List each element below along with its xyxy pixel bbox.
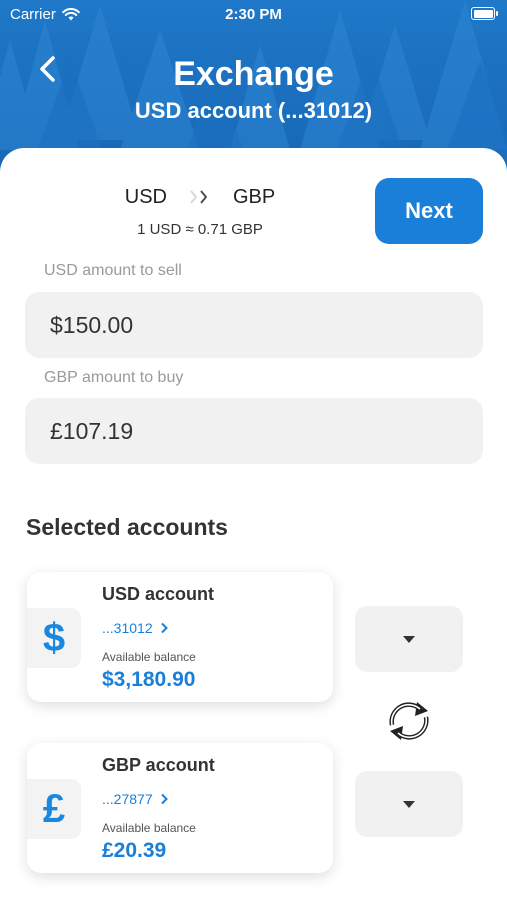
pair-arrow-icon xyxy=(189,189,211,205)
account-number-link[interactable]: ...27877 xyxy=(102,791,168,807)
selected-accounts-title: Selected accounts xyxy=(26,514,228,540)
from-account-dropdown[interactable] xyxy=(355,606,463,672)
pound-icon: £ xyxy=(27,779,81,839)
swap-icon xyxy=(389,702,429,740)
exchange-rate: 1 USD ≈ 0.71 GBP xyxy=(137,221,263,238)
caret-down-icon xyxy=(403,800,415,808)
account-number: ...31012 xyxy=(102,620,153,636)
buy-amount-input[interactable]: £107.19 xyxy=(25,398,483,464)
page-subtitle: USD account (...31012) xyxy=(134,98,373,123)
to-currency: GBP xyxy=(232,185,276,208)
account-name: GBP account xyxy=(102,755,215,775)
to-account-card[interactable]: £ GBP account ...27877 Available balance… xyxy=(27,743,333,873)
balance-label: Available balance xyxy=(102,821,196,835)
chevron-right-icon xyxy=(160,622,168,634)
to-account-dropdown[interactable] xyxy=(355,771,463,837)
account-number-link[interactable]: ...31012 xyxy=(102,620,168,636)
exchange-panel: USD GBP 1 USD ≈ 0.71 GBP Next USD amount… xyxy=(0,148,507,900)
balance-value: £20.39 xyxy=(102,839,167,862)
buy-amount-value: £107.19 xyxy=(50,417,134,444)
from-account-card[interactable]: $ USD account ...31012 Available balance… xyxy=(27,572,333,702)
page-title: Exchange xyxy=(173,55,334,93)
buy-amount-label: GBP amount to buy xyxy=(44,369,184,386)
dollar-icon: $ xyxy=(27,608,81,668)
swap-accounts-button[interactable] xyxy=(383,698,435,744)
account-name: USD account xyxy=(102,584,215,604)
battery-icon xyxy=(471,7,498,20)
account-number: ...27877 xyxy=(102,791,153,807)
status-bar: Carrier 2:30 PM xyxy=(0,0,507,30)
currency-pair: USD GBP xyxy=(100,184,300,210)
from-currency: USD xyxy=(124,185,167,208)
balance-value: $3,180.90 xyxy=(102,668,196,691)
sell-amount-input[interactable]: $150.00 xyxy=(25,292,483,358)
sell-amount-label: USD amount to sell xyxy=(44,262,182,279)
next-button[interactable]: Next xyxy=(375,178,483,244)
status-time: 2:30 PM xyxy=(225,6,282,23)
chevron-right-icon xyxy=(160,793,168,805)
sell-amount-value: $150.00 xyxy=(50,311,134,338)
caret-down-icon xyxy=(403,635,415,643)
balance-label: Available balance xyxy=(102,650,196,664)
